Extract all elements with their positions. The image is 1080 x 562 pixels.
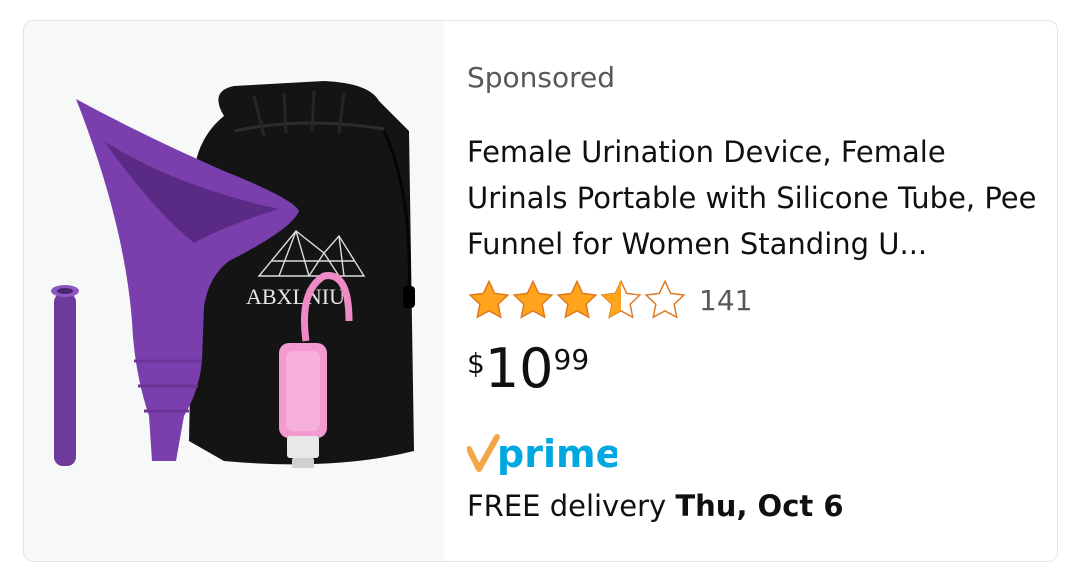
product-image-graphic: ABXLNIU [51, 81, 415, 468]
star-rating[interactable] [467, 278, 687, 322]
price-symbol: $ [467, 347, 485, 380]
product-title[interactable]: Female Urination Device, Female Urinals … [467, 129, 1042, 267]
sponsored-label: Sponsored [467, 61, 616, 94]
price: $ 10 99 [467, 339, 589, 399]
star-half-icon [600, 279, 642, 319]
prime-text: prime [497, 432, 617, 475]
price-fraction: 99 [553, 343, 590, 376]
product-image[interactable]: ABXLNIU [24, 21, 444, 561]
prime-badge: prime [467, 432, 617, 475]
delivery-date: Thu, Oct 6 [675, 489, 844, 523]
silicone-tube [51, 285, 79, 466]
bag-brand-text: ABXLNIU [246, 284, 345, 309]
star-full-icon [556, 279, 598, 319]
product-card[interactable]: ABXLNIU Sponsored Female Urination Devic… [23, 20, 1058, 562]
rating-row[interactable]: 141 [467, 278, 752, 322]
star-full-icon [512, 279, 554, 319]
star-empty-icon [644, 279, 686, 319]
delivery-info: FREE delivery Thu, Oct 6 [467, 489, 844, 523]
delivery-prefix: FREE delivery [467, 489, 667, 523]
product-info: Sponsored Female Urination Device, Femal… [467, 21, 1047, 561]
review-count[interactable]: 141 [699, 284, 752, 317]
prime-check-icon [467, 434, 500, 472]
star-full-icon [468, 279, 510, 319]
price-whole: 10 [484, 337, 554, 400]
